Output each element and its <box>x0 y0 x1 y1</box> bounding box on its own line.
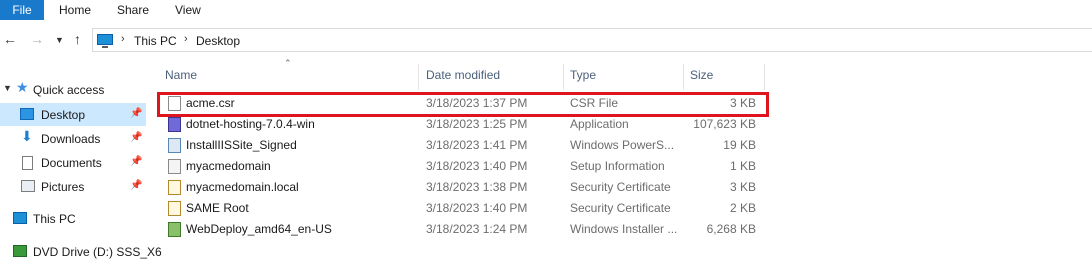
nav-quick-access[interactable]: ▼ ★ Quick access <box>0 78 146 101</box>
file-row-myacmedomain[interactable]: myacmedomain 3/18/2023 1:40 PM Setup Inf… <box>160 156 764 177</box>
up-arrow-icon[interactable]: ↑ <box>74 31 81 47</box>
file-size: 1 KB <box>729 159 756 173</box>
file-size: 19 KB <box>723 138 756 152</box>
column-header-name[interactable]: Name <box>165 65 197 89</box>
file-name: dotnet-hosting-7.0.4-win <box>186 117 315 131</box>
file-size: 6,268 KB <box>706 222 756 236</box>
file-type: CSR File <box>570 96 619 110</box>
file-row-acme-csr[interactable]: acme.csr 3/18/2023 1:37 PM CSR File 3 KB <box>160 93 764 114</box>
file-type: Windows Installer ... <box>570 222 678 236</box>
breadcrumb-chevron-icon[interactable]: › <box>121 33 125 45</box>
dvd-drive-icon <box>13 245 27 257</box>
file-name: WebDeploy_amd64_en-US <box>186 222 332 236</box>
file-date: 3/18/2023 1:25 PM <box>426 117 528 131</box>
sort-ascending-icon: ⌃ <box>284 58 292 68</box>
column-divider[interactable] <box>764 64 765 90</box>
nav-item-downloads[interactable]: ⬇ Downloads 📌 <box>0 127 146 150</box>
downloads-folder-icon: ⬇ <box>21 128 33 144</box>
navigation-pane: ▼ ★ Quick access Desktop 📌 ⬇ Downloads 📌… <box>0 70 162 270</box>
pin-icon: 📌 <box>130 180 143 191</box>
column-divider[interactable] <box>683 64 684 90</box>
file-type: Setup Information <box>570 159 665 173</box>
recent-locations-chevron-icon[interactable]: ▼ <box>55 35 64 45</box>
address-bar[interactable]: › This PC › Desktop <box>92 28 1092 52</box>
file-row-webdeploy[interactable]: WebDeploy_amd64_en-US 3/18/2023 1:24 PM … <box>160 219 764 240</box>
file-name: acme.csr <box>186 96 235 110</box>
column-divider[interactable] <box>563 64 564 90</box>
column-header-size[interactable]: Size <box>690 65 713 89</box>
file-row-installiissite[interactable]: InstallIISSite_Signed 3/18/2023 1:41 PM … <box>160 135 764 156</box>
nav-item-label: This PC <box>33 212 76 226</box>
column-header-date-modified[interactable]: Date modified <box>426 65 500 89</box>
breadcrumb-desktop[interactable]: Desktop <box>196 34 240 48</box>
nav-item-desktop[interactable]: Desktop 📌 <box>0 103 146 126</box>
quick-access-star-icon: ★ <box>16 79 29 95</box>
file-size: 3 KB <box>729 180 756 194</box>
file-date: 3/18/2023 1:24 PM <box>426 222 528 236</box>
file-name: SAME Root <box>186 201 249 215</box>
file-date: 3/18/2023 1:41 PM <box>426 138 528 152</box>
nav-item-documents[interactable]: Documents 📌 <box>0 151 146 174</box>
nav-item-label: DVD Drive (D:) SSS_X6 <box>33 245 162 259</box>
documents-folder-icon <box>22 156 33 170</box>
certificate-icon <box>168 180 181 195</box>
ribbon-tabs: File Home Share View <box>0 0 1092 20</box>
pin-icon: 📌 <box>130 132 143 143</box>
file-date: 3/18/2023 1:40 PM <box>426 159 528 173</box>
file-date: 3/18/2023 1:37 PM <box>426 96 528 110</box>
nav-item-label: Documents <box>41 156 102 170</box>
csr-file-icon <box>168 96 181 111</box>
pin-icon: 📌 <box>130 108 143 119</box>
setup-information-icon <box>168 159 181 174</box>
breadcrumb-this-pc[interactable]: This PC <box>134 34 177 48</box>
pictures-folder-icon <box>21 180 35 192</box>
file-type: Application <box>570 117 629 131</box>
certificate-icon <box>168 201 181 216</box>
back-arrow-icon[interactable]: ← <box>3 31 17 47</box>
nav-item-label: Quick access <box>33 83 105 97</box>
file-type: Security Certificate <box>570 180 671 194</box>
file-row-dotnet-hosting[interactable]: dotnet-hosting-7.0.4-win 3/18/2023 1:25 … <box>160 114 764 135</box>
chevron-down-icon[interactable]: ▼ <box>3 83 12 93</box>
tab-view[interactable]: View <box>175 0 201 20</box>
tab-file[interactable]: File <box>0 0 44 20</box>
powershell-script-icon <box>168 138 181 153</box>
column-header-type[interactable]: Type <box>570 65 596 89</box>
file-date: 3/18/2023 1:40 PM <box>426 201 528 215</box>
pin-icon: 📌 <box>130 156 143 167</box>
desktop-folder-icon <box>20 108 34 120</box>
tab-home[interactable]: Home <box>59 0 91 20</box>
file-row-myacmedomain-local[interactable]: myacmedomain.local 3/18/2023 1:38 PM Sec… <box>160 177 764 198</box>
tab-share[interactable]: Share <box>117 0 149 20</box>
file-date: 3/18/2023 1:38 PM <box>426 180 528 194</box>
nav-item-dvd-drive[interactable]: DVD Drive (D:) SSS_X6 <box>0 240 162 263</box>
installer-app-icon <box>168 117 181 132</box>
file-row-same-root[interactable]: SAME Root 3/18/2023 1:40 PM Security Cer… <box>160 198 764 219</box>
nav-item-label: Pictures <box>41 180 85 194</box>
this-pc-icon <box>97 34 113 48</box>
forward-arrow-icon[interactable]: → <box>30 31 44 47</box>
file-size: 2 KB <box>729 201 756 215</box>
file-name: InstallIISSite_Signed <box>186 138 297 152</box>
breadcrumb-chevron-icon[interactable]: › <box>184 33 188 45</box>
msi-installer-icon <box>168 222 181 237</box>
nav-item-label: Downloads <box>41 132 101 146</box>
file-type: Security Certificate <box>570 201 671 215</box>
file-name: myacmedomain.local <box>186 180 299 194</box>
file-size: 3 KB <box>729 96 756 110</box>
file-size: 107,623 KB <box>693 117 756 131</box>
file-name: myacmedomain <box>186 159 271 173</box>
column-divider[interactable] <box>418 64 419 90</box>
file-type: Windows PowerS... <box>570 138 675 152</box>
nav-item-pictures[interactable]: Pictures 📌 <box>0 175 146 198</box>
nav-item-label: Desktop <box>41 108 86 122</box>
this-pc-icon <box>13 212 27 224</box>
nav-item-this-pc[interactable]: This PC <box>0 207 146 230</box>
